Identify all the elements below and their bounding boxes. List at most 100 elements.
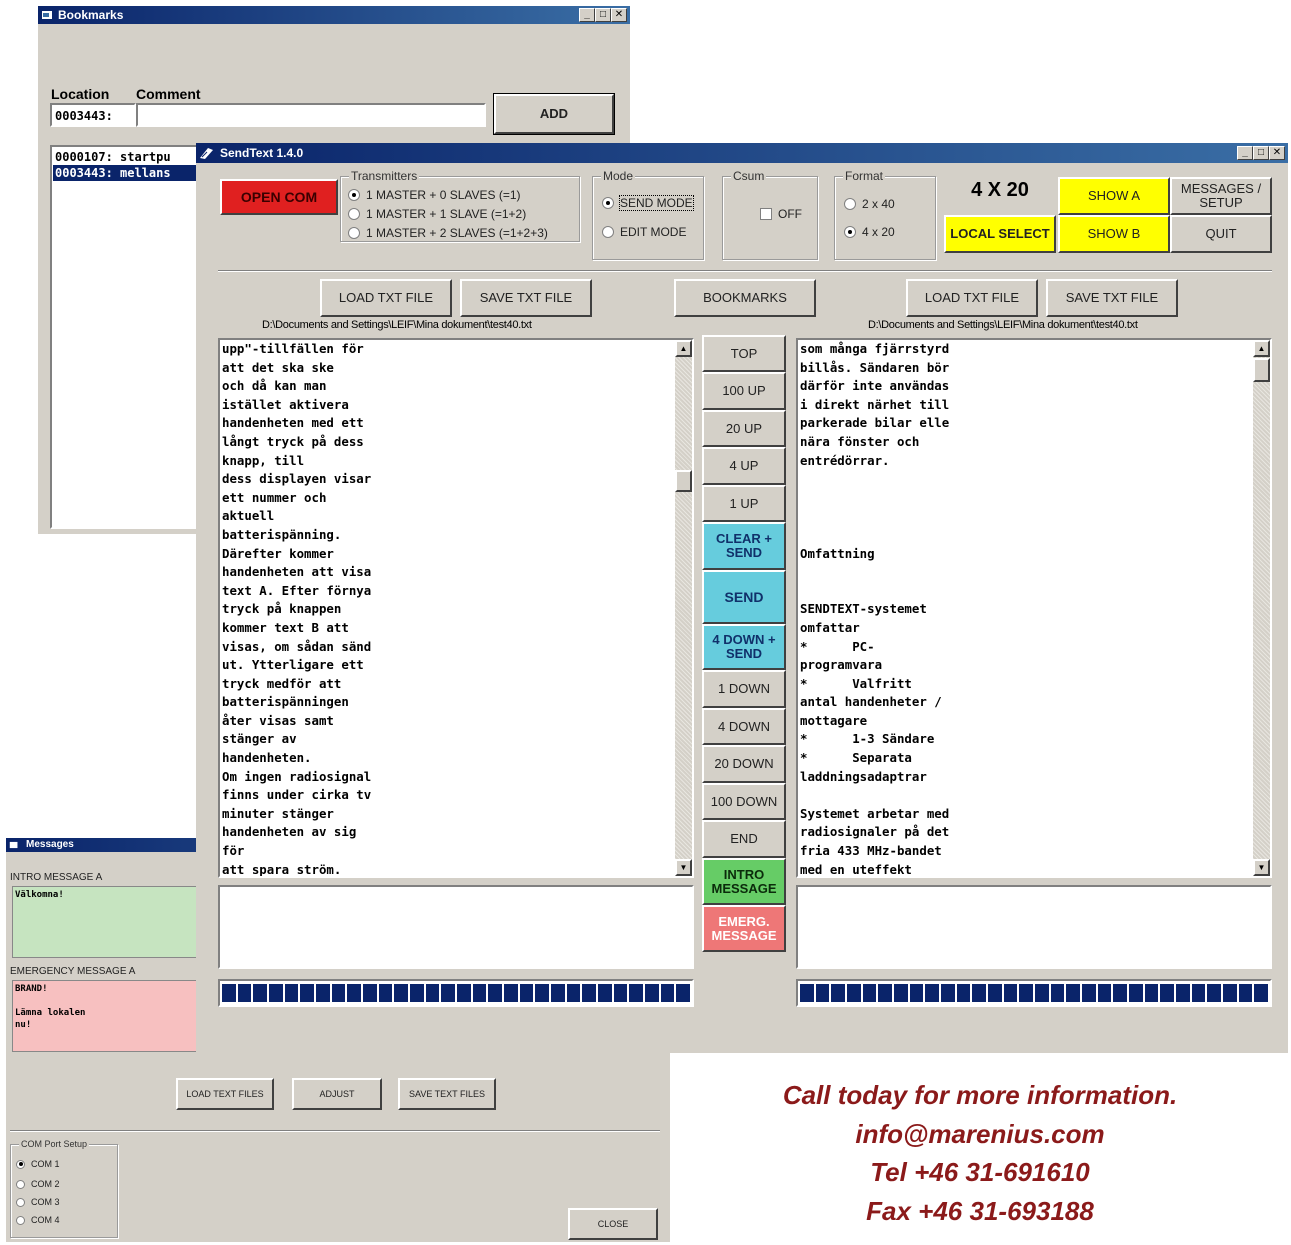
- com4-label: COM 4: [31, 1215, 60, 1225]
- end-button[interactable]: END: [702, 820, 786, 858]
- show-b-button[interactable]: SHOW B: [1058, 215, 1170, 253]
- right-text-area[interactable]: som många fjärrstyrd billås. Sändaren bö…: [796, 338, 1272, 878]
- left-preview-area[interactable]: [218, 885, 694, 969]
- close-button[interactable]: ✕: [611, 8, 627, 22]
- right-scrollbar[interactable]: ▲ ▼: [1253, 340, 1270, 876]
- emergency-message-text[interactable]: BRAND! Lämna lokalen nu!: [12, 980, 198, 1052]
- progress-segment: [472, 984, 487, 1002]
- left-text-area[interactable]: upp"-tillfällen för att det ska ske och …: [218, 338, 694, 878]
- down-4-button[interactable]: 4 DOWN: [702, 708, 786, 745]
- left-load-txt-file-button[interactable]: LOAD TXT FILE: [320, 279, 452, 317]
- down-20-button[interactable]: 20 DOWN: [702, 745, 786, 783]
- close-button[interactable]: ✕: [1269, 146, 1285, 160]
- quit-button[interactable]: QUIT: [1170, 215, 1272, 253]
- right-scroll-thumb[interactable]: [1253, 358, 1270, 382]
- left-scrollbar[interactable]: ▲ ▼: [675, 340, 692, 876]
- down-4-send-label: 4 DOWN + SEND: [712, 632, 776, 661]
- csum-checkbox[interactable]: OFF: [760, 207, 802, 221]
- intro-message-text[interactable]: Välkomna!: [12, 886, 198, 958]
- transmitter-option-1[interactable]: 1 MASTER + 0 SLAVES (=1): [348, 188, 521, 202]
- com4-radio[interactable]: COM 4: [16, 1215, 60, 1225]
- messages-setup-button[interactable]: MESSAGES / SETUP: [1170, 177, 1272, 215]
- minimize-button[interactable]: _: [579, 8, 595, 22]
- progress-segment: [269, 984, 283, 1002]
- progress-segment: [660, 984, 675, 1002]
- scroll-up-arrow-icon[interactable]: ▲: [1253, 340, 1270, 357]
- comment-input[interactable]: [136, 103, 486, 127]
- down-100-button[interactable]: 100 DOWN: [702, 783, 786, 820]
- transmitter-option-1-label: 1 MASTER + 0 SLAVES (=1): [366, 188, 521, 202]
- maximize-button[interactable]: □: [595, 8, 611, 22]
- clear-send-button[interactable]: CLEAR + SEND: [702, 522, 786, 570]
- adjust-button[interactable]: ADJUST: [292, 1078, 382, 1110]
- add-button-label: ADD: [539, 106, 569, 121]
- bookmark-item[interactable]: 0000107: startpu: [53, 149, 207, 165]
- format-4x20-radio[interactable]: 4 x 20: [844, 225, 895, 239]
- bookmark-item-selected[interactable]: 0003443: mellans: [53, 165, 207, 181]
- transmitter-option-2[interactable]: 1 MASTER + 1 SLAVE (=1+2): [348, 207, 526, 221]
- load-text-files-button[interactable]: LOAD TEXT FILES: [176, 1078, 274, 1110]
- progress-segment: [1176, 984, 1190, 1002]
- down-4-label: 4 DOWN: [718, 718, 770, 734]
- format-legend: Format: [843, 169, 886, 183]
- down-4-send-button[interactable]: 4 DOWN + SEND: [702, 624, 786, 670]
- com2-radio[interactable]: COM 2: [16, 1179, 60, 1189]
- up-1-button[interactable]: 1 UP: [702, 485, 786, 522]
- location-input[interactable]: 0003443:: [50, 103, 136, 127]
- contact-tagline: Call today for more information.: [782, 1080, 1178, 1110]
- progress-segment: [645, 984, 659, 1002]
- intro-message-button[interactable]: INTRO MESSAGE: [702, 858, 786, 905]
- com3-radio[interactable]: COM 3: [16, 1197, 60, 1207]
- sendtext-app-icon: [200, 148, 213, 159]
- top-button[interactable]: TOP: [702, 335, 786, 372]
- send-mode-radio[interactable]: SEND MODE: [602, 195, 694, 211]
- bookmarks-title: Bookmarks: [58, 8, 124, 22]
- progress-segment: [925, 984, 940, 1002]
- transmitter-option-3[interactable]: 1 MASTER + 2 SLAVES (=1+2+3): [348, 226, 548, 240]
- up-100-button[interactable]: 100 UP: [702, 372, 786, 410]
- right-load-txt-file-button[interactable]: LOAD TXT FILE: [906, 279, 1038, 317]
- save-text-files-button[interactable]: SAVE TEXT FILES: [398, 1078, 496, 1110]
- progress-segment: [1050, 984, 1065, 1002]
- transmitter-option-2-label: 1 MASTER + 1 SLAVE (=1+2): [366, 207, 527, 221]
- edit-mode-radio[interactable]: EDIT MODE: [602, 225, 686, 239]
- minimize-button[interactable]: _: [1237, 146, 1253, 160]
- messages-title: Messages: [26, 839, 74, 850]
- sendtext-window: SendText 1.4.0 _ □ ✕ OPEN COM Transmitte…: [196, 143, 1288, 1053]
- send-button[interactable]: SEND: [702, 570, 786, 624]
- open-com-button[interactable]: OPEN COM: [220, 179, 338, 215]
- com2-label: COM 2: [31, 1179, 60, 1189]
- com3-label: COM 3: [31, 1197, 60, 1207]
- right-preview-area[interactable]: [796, 885, 1272, 969]
- up-4-button[interactable]: 4 UP: [702, 447, 786, 485]
- down-1-button[interactable]: 1 DOWN: [702, 670, 786, 708]
- scroll-up-arrow-icon[interactable]: ▲: [675, 340, 692, 357]
- maximize-button[interactable]: □: [1253, 146, 1269, 160]
- messages-close-button[interactable]: CLOSE: [568, 1208, 658, 1240]
- left-load-label: LOAD TXT FILE: [338, 290, 434, 305]
- scroll-down-arrow-icon[interactable]: ▼: [1253, 859, 1270, 876]
- left-save-txt-file-button[interactable]: SAVE TXT FILE: [460, 279, 592, 317]
- add-button[interactable]: ADD: [493, 93, 615, 135]
- up-4-label: 4 UP: [729, 458, 759, 473]
- progress-segment: [394, 984, 409, 1002]
- progress-segment: [331, 984, 346, 1002]
- bookmarks-button[interactable]: BOOKMARKS: [674, 279, 816, 317]
- com1-radio[interactable]: COM 1: [16, 1159, 60, 1169]
- emerg-message-button[interactable]: EMERG. MESSAGE: [702, 905, 786, 952]
- right-save-txt-file-button[interactable]: SAVE TXT FILE: [1046, 279, 1178, 317]
- progress-segment: [613, 984, 628, 1002]
- right-save-label: SAVE TXT FILE: [1065, 290, 1159, 305]
- local-select-button[interactable]: LOCAL SELECT: [944, 215, 1056, 253]
- contact-email: info@marenius.com: [855, 1119, 1105, 1149]
- show-a-button[interactable]: SHOW A: [1058, 177, 1170, 215]
- left-scroll-thumb[interactable]: [675, 470, 692, 492]
- bookmark-list[interactable]: 0000107: startpu 0003443: mellans: [50, 145, 210, 529]
- progress-segment: [316, 984, 330, 1002]
- messages-separator: [10, 1130, 660, 1132]
- progress-segment: [1254, 984, 1269, 1002]
- format-2x40-radio[interactable]: 2 x 40: [844, 197, 895, 211]
- com-port-legend: COM Port Setup: [19, 1139, 90, 1149]
- up-20-button[interactable]: 20 UP: [702, 410, 786, 447]
- scroll-down-arrow-icon[interactable]: ▼: [675, 859, 692, 876]
